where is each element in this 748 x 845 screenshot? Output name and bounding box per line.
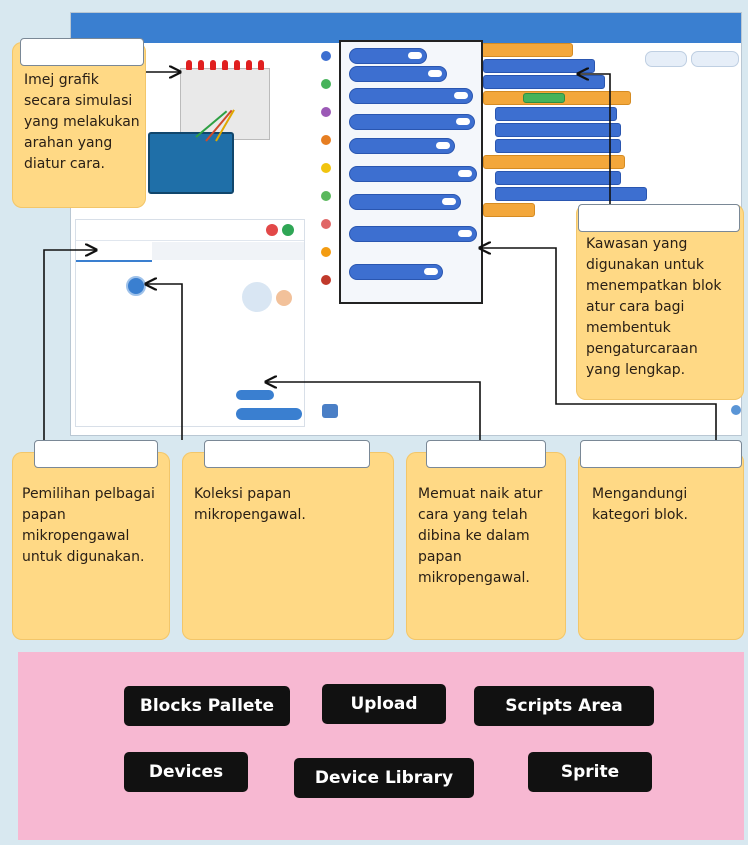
script-block[interactable] <box>495 139 621 153</box>
note-upload: Memuat naik atur cara yang telah dibina … <box>406 440 566 640</box>
worksheet: Imej grafik secara simulasi yang melakuk… <box>0 0 748 845</box>
led-icon <box>258 60 264 70</box>
toolbar-pill[interactable] <box>691 51 739 67</box>
category-icon[interactable] <box>321 275 331 285</box>
device-panel <box>75 219 338 427</box>
answer-bank: Blocks Pallete Upload Scripts Area Devic… <box>18 652 744 840</box>
block-input[interactable] <box>424 268 438 275</box>
block-input[interactable] <box>442 198 456 205</box>
app-topbar <box>71 13 741 43</box>
add-device-icon[interactable] <box>126 276 146 296</box>
script-block[interactable] <box>483 75 605 89</box>
connect-button[interactable] <box>236 408 302 420</box>
palette-block[interactable] <box>349 138 455 154</box>
script-end-block[interactable] <box>483 203 535 217</box>
tab-devices[interactable] <box>76 242 152 262</box>
chip-device-library[interactable]: Device Library <box>294 758 474 798</box>
block-input[interactable] <box>428 70 442 77</box>
block-input[interactable] <box>456 118 470 125</box>
breadboard <box>180 68 270 140</box>
palette-block[interactable] <box>349 114 475 130</box>
palette-block[interactable] <box>349 226 477 242</box>
block-input[interactable] <box>458 170 472 177</box>
red-button[interactable] <box>266 224 278 236</box>
category-icon[interactable] <box>321 163 331 173</box>
note-devices: Pemilihan pelbagai papan mikropengawal u… <box>12 440 170 640</box>
note-blocks-pallete-text: Mengandungi kategori blok. <box>592 486 688 523</box>
category-icon[interactable] <box>321 247 331 257</box>
script-block[interactable] <box>495 107 617 121</box>
note-blocks-pallete: Mengandungi kategori blok. <box>578 440 744 640</box>
upload-button[interactable] <box>236 390 274 400</box>
script-block[interactable] <box>483 59 595 73</box>
palette-block[interactable] <box>349 66 447 82</box>
arduino-board <box>148 132 234 194</box>
answer-blank[interactable] <box>204 440 370 468</box>
note-simulation-text: Imej grafik secara simulasi yang melakuk… <box>24 72 140 172</box>
device-avatar-icon <box>276 290 292 306</box>
answer-blank[interactable] <box>34 440 158 468</box>
note-scripts-area: Kawasan yang digunakan untuk menempatkan… <box>576 204 744 400</box>
note-device-library: Koleksi papan mikropengawal. <box>182 440 394 640</box>
script-block[interactable] <box>495 171 621 185</box>
palette-block[interactable] <box>349 166 477 182</box>
script-control-block[interactable] <box>483 155 625 169</box>
block-input[interactable] <box>458 230 472 237</box>
palette-block[interactable] <box>349 264 443 280</box>
green-button[interactable] <box>282 224 294 236</box>
category-icon[interactable] <box>321 79 331 89</box>
answer-blank[interactable] <box>20 38 144 66</box>
script-block[interactable] <box>495 123 621 137</box>
note-simulation: Imej grafik secara simulasi yang melakuk… <box>12 38 146 208</box>
answer-blank[interactable] <box>580 440 742 468</box>
script-hat-block[interactable] <box>481 43 573 57</box>
note-upload-text: Memuat naik atur cara yang telah dibina … <box>418 486 543 586</box>
category-icon[interactable] <box>321 135 331 145</box>
block-input[interactable] <box>436 142 450 149</box>
answer-blank[interactable] <box>426 440 546 468</box>
zoom-icon[interactable] <box>731 405 741 415</box>
chip-sprite[interactable]: Sprite <box>528 752 652 792</box>
extension-icon[interactable] <box>322 404 338 418</box>
category-icon[interactable] <box>321 107 331 117</box>
palette-block[interactable] <box>349 88 473 104</box>
led-icon <box>222 60 228 70</box>
note-devices-text: Pemilihan pelbagai papan mikropengawal u… <box>22 486 155 565</box>
led-icon <box>186 60 192 70</box>
script-block[interactable] <box>495 187 647 201</box>
led-icon <box>210 60 216 70</box>
block-input[interactable] <box>408 52 422 59</box>
note-device-library-text: Koleksi papan mikropengawal. <box>194 486 306 523</box>
led-icon <box>246 60 252 70</box>
palette-block[interactable] <box>349 194 461 210</box>
led-icon <box>198 60 204 70</box>
note-scripts-area-text: Kawasan yang digunakan untuk menempatkan… <box>586 236 722 378</box>
chip-upload[interactable]: Upload <box>322 684 446 724</box>
answer-blank[interactable] <box>578 204 740 232</box>
chip-blocks-pallete[interactable]: Blocks Pallete <box>124 686 290 726</box>
script-operator-block[interactable] <box>523 93 565 103</box>
palette-block[interactable] <box>349 48 427 64</box>
blocks-palette[interactable] <box>339 40 483 304</box>
category-icon[interactable] <box>321 191 331 201</box>
chip-devices[interactable]: Devices <box>124 752 248 792</box>
device-robot-icon <box>242 282 272 312</box>
category-pin-icon[interactable] <box>321 51 331 61</box>
led-icon <box>234 60 240 70</box>
category-icon[interactable] <box>321 219 331 229</box>
toolbar-pill[interactable] <box>645 51 687 67</box>
chip-scripts-area[interactable]: Scripts Area <box>474 686 654 726</box>
tab-sprites[interactable] <box>152 242 228 260</box>
tab-background[interactable] <box>228 242 304 260</box>
block-input[interactable] <box>454 92 468 99</box>
